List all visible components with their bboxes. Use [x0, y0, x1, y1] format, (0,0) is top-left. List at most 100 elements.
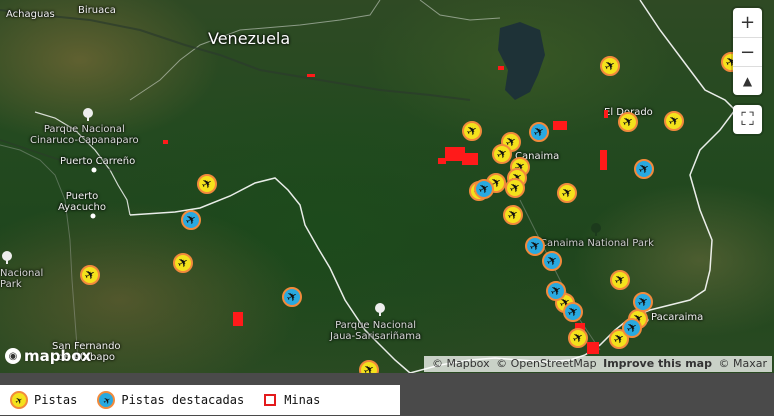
attribution-improve-link[interactable]: Improve this map: [603, 357, 712, 370]
guri-reservoir: [498, 22, 545, 100]
road-west: [0, 144, 79, 361]
fullscreen-button[interactable]: ⛶: [733, 105, 762, 134]
place-label-pacaraima: Pacaraima: [651, 312, 704, 323]
legend-item-minas: Minas: [264, 393, 320, 407]
park-icon-west: [2, 251, 12, 264]
place-label-puerto-ayacucho: Puerto Ayacucho: [58, 191, 106, 213]
road-south: [519, 199, 601, 351]
mine-area[interactable]: [307, 74, 315, 77]
mine-area[interactable]: [604, 110, 608, 118]
park-icon-cinaruco: [83, 108, 93, 121]
legend-square-mina: [264, 394, 277, 406]
legend-marker-pista: ✈: [10, 391, 28, 409]
airstrip-marker[interactable]: ✈: [618, 112, 638, 132]
airplane-icon: ✈: [543, 251, 561, 271]
airplane-icon: ✈: [558, 183, 576, 203]
compass-button[interactable]: ▲: [733, 66, 762, 95]
airstrip-marker[interactable]: ✈: [173, 253, 193, 273]
mine-area[interactable]: [587, 342, 599, 354]
airplane-icon: ✈: [493, 144, 511, 164]
town-dot-puerto-carreno: [91, 167, 97, 173]
place-label-biruaca: Biruaca: [78, 5, 116, 16]
state-line-north: [129, 0, 381, 101]
zoom-controls: + − ▲: [733, 8, 762, 95]
satellite-map[interactable]: Achaguas Biruaca Venezuela Parque Nacion…: [0, 0, 774, 373]
mine-area[interactable]: [600, 150, 607, 170]
place-label-jaua: Parque Nacional Jaua-Sarisariñama: [330, 320, 422, 342]
legend-item-pistas-destacadas: ✈ Pistas destacadas: [97, 391, 244, 409]
park-icon-jaua: [375, 303, 385, 316]
featured-airstrip-marker[interactable]: ✈: [546, 281, 566, 301]
featured-airstrip-marker[interactable]: ✈: [529, 122, 549, 142]
airplane-icon: ✈: [475, 179, 493, 199]
attribution-maxar-link[interactable]: © Maxar: [718, 357, 767, 370]
featured-airstrip-marker[interactable]: ✈: [474, 179, 494, 199]
fullscreen-control: ⛶: [733, 105, 762, 134]
zoom-in-button[interactable]: +: [733, 8, 762, 37]
attribution-bar: © Mapbox © OpenStreetMap Improve this ma…: [423, 356, 772, 372]
place-label-national-park-west: Nacional Park: [0, 268, 44, 290]
airplane-icon: ✈: [360, 360, 378, 373]
airplane-icon: ✈: [665, 111, 683, 131]
border-line-colombia: [129, 177, 411, 373]
state-line-east: [419, 0, 501, 21]
legend-label-pistas-destacadas: Pistas destacadas: [121, 393, 245, 407]
country-label-venezuela: Venezuela: [208, 29, 291, 48]
attribution-osm-link[interactable]: © OpenStreetMap: [496, 357, 597, 370]
airplane-icon: ✈: [619, 112, 637, 132]
mine-area[interactable]: [438, 158, 446, 164]
airplane-icon: ✈: [530, 122, 548, 142]
airplane-icon: ✈: [504, 205, 522, 225]
airplane-icon: ✈: [12, 392, 26, 408]
river-orinoco: [0, 9, 471, 101]
map-legend: ✈ Pistas ✈ Pistas destacadas Minas: [0, 385, 400, 415]
mine-area[interactable]: [498, 66, 504, 70]
featured-airstrip-marker[interactable]: ✈: [634, 159, 654, 179]
airstrip-marker[interactable]: ✈: [359, 360, 379, 373]
legend-marker-destacada: ✈: [97, 391, 116, 409]
airstrip-marker[interactable]: ✈: [505, 178, 525, 198]
airplane-icon: ✈: [99, 392, 113, 408]
place-label-canaima-park: Canaima National Park: [540, 238, 654, 249]
mine-area[interactable]: [163, 140, 168, 144]
airstrip-marker[interactable]: ✈: [600, 56, 620, 76]
attribution-mapbox-link[interactable]: © Mapbox: [432, 357, 490, 370]
airstrip-marker[interactable]: ✈: [197, 174, 217, 194]
airstrip-marker[interactable]: ✈: [557, 183, 577, 203]
mine-area[interactable]: [553, 121, 567, 130]
airplane-icon: ✈: [174, 253, 192, 273]
airplane-icon: ✈: [547, 281, 565, 301]
airplane-icon: ✈: [198, 174, 216, 194]
featured-airstrip-marker[interactable]: ✈: [282, 287, 302, 307]
airstrip-marker[interactable]: ✈: [610, 270, 630, 290]
airstrip-marker[interactable]: ✈: [462, 121, 482, 141]
airstrip-marker[interactable]: ✈: [80, 265, 100, 285]
featured-airstrip-marker[interactable]: ✈: [181, 210, 201, 230]
fullscreen-icon: ⛶: [741, 109, 754, 130]
airplane-icon: ✈: [635, 159, 653, 179]
mapbox-logo-icon: ◉: [5, 348, 21, 364]
featured-airstrip-marker[interactable]: ✈: [622, 318, 642, 338]
featured-airstrip-marker[interactable]: ✈: [633, 292, 653, 312]
airstrip-marker[interactable]: ✈: [664, 111, 684, 131]
zoom-out-button[interactable]: −: [733, 37, 762, 66]
airplane-icon: ✈: [634, 292, 652, 312]
mine-area[interactable]: [233, 312, 243, 326]
town-dot-puerto-ayacucho: [90, 213, 96, 219]
airstrip-marker[interactable]: ✈: [492, 144, 512, 164]
airplane-icon: ✈: [283, 287, 301, 307]
legend-item-pistas: ✈ Pistas: [10, 391, 77, 409]
airstrip-marker[interactable]: ✈: [568, 328, 588, 348]
mine-area[interactable]: [462, 153, 478, 165]
airplane-icon: ✈: [611, 270, 629, 290]
airstrip-marker[interactable]: ✈: [503, 205, 523, 225]
airplane-icon: ✈: [463, 121, 481, 141]
mapbox-logo-text: mapbox: [24, 347, 92, 365]
legend-label-pistas: Pistas: [34, 393, 78, 407]
featured-airstrip-marker[interactable]: ✈: [525, 236, 545, 256]
featured-airstrip-marker[interactable]: ✈: [563, 302, 583, 322]
featured-airstrip-marker[interactable]: ✈: [542, 251, 562, 271]
airplane-icon: ✈: [506, 178, 524, 198]
mapbox-logo[interactable]: ◉ mapbox: [5, 346, 91, 366]
airplane-icon: ✈: [569, 328, 587, 348]
